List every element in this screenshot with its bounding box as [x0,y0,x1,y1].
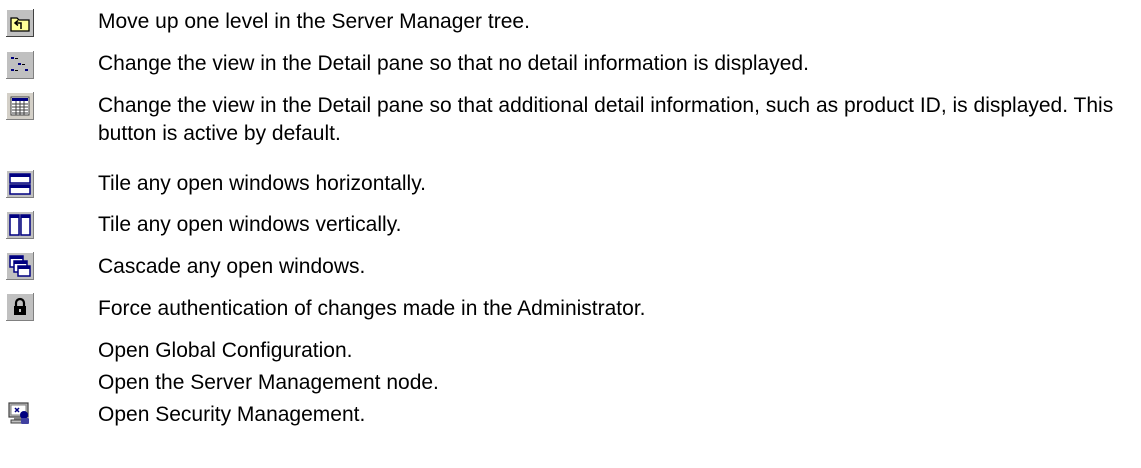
tile-horizontal-icon[interactable] [6,170,34,198]
lock-icon[interactable] [6,293,34,321]
description-text: Force authentication of changes made in … [98,297,646,320]
security-management-icon[interactable] [6,399,34,427]
description-text: Move up one level in the Server Manager … [98,10,530,33]
description-text: Tile any open windows horizontally. [98,172,427,195]
tile-vertical-icon[interactable] [6,211,34,239]
up-one-level-icon[interactable] [6,9,34,37]
detail-view-icon[interactable] [6,92,34,120]
no-detail-view-icon[interactable] [6,51,34,79]
description-text: Tile any open windows vertically. [98,213,402,236]
description-text: Open the Server Management node. [98,371,439,394]
description-text: Open Global Configuration. [98,339,353,362]
description-text: Open Security Management. [98,403,366,426]
description-text: Change the view in the Detail pane so th… [98,94,1114,145]
cascade-windows-icon[interactable] [6,252,34,280]
description-text: Change the view in the Detail pane so th… [98,52,809,75]
description-text: Cascade any open windows. [98,255,366,278]
